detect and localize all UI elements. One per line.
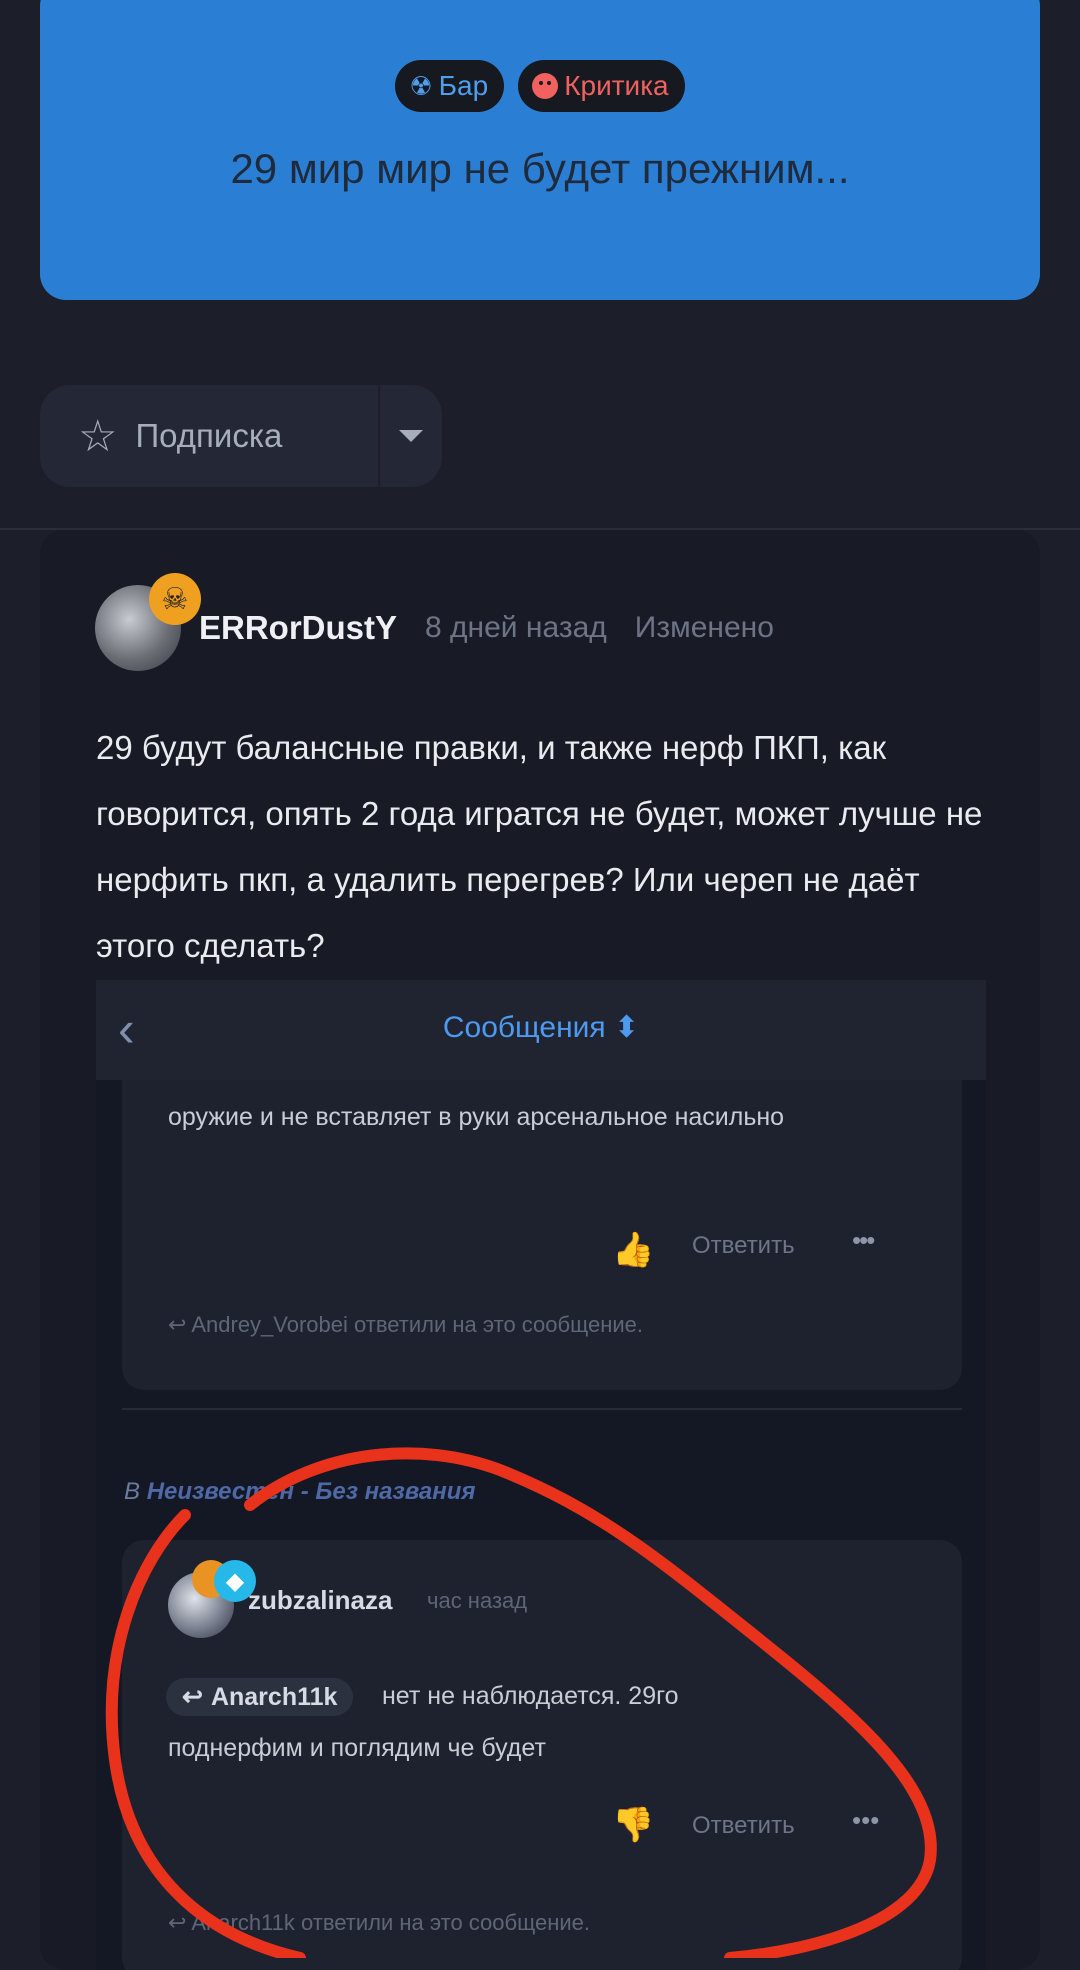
message-time: час назад	[427, 1588, 528, 1613]
message-card: оружие и не вставляет в руки арсенальное…	[122, 1080, 962, 1390]
reply-label: Ответить	[692, 1232, 795, 1259]
skull-icon: ☠	[149, 573, 201, 625]
divider	[122, 1408, 962, 1410]
radiation-icon: ☢	[409, 70, 433, 101]
message-author: zubzalinaza	[248, 1585, 393, 1615]
subscribe-control: ☆ Подписка	[40, 385, 442, 487]
thumbs-down-icon: 👎	[612, 1806, 655, 1844]
sad-face-icon	[532, 73, 559, 99]
caret-down-icon	[399, 430, 423, 442]
edited-label: Изменено	[634, 611, 774, 644]
mention-badge: ↩ Anarch11k	[166, 1678, 354, 1716]
topic-title: 29 мир мир не будет прежним...	[230, 145, 850, 192]
thumbs-up-icon: 👍	[612, 1231, 655, 1269]
replied-note: ↩ Anarch11k ответили на это сообщение.	[168, 1910, 590, 1935]
post-body: 29 будут балансные правки, и также нерф …	[96, 729, 983, 964]
more-icon: •••	[852, 1805, 880, 1835]
message-text: поднерфим и поглядим че будет	[168, 1734, 546, 1762]
tag-critique[interactable]: Критика	[518, 60, 685, 112]
replied-note: ↩ Andrey_Vorobei ответили на это сообщен…	[168, 1312, 643, 1337]
reply-label: Ответить	[692, 1812, 795, 1839]
subscribe-label: Подписка	[135, 417, 283, 454]
post-card: ☠ ERRorDustY 8 дней назад Изменено 29 бу…	[40, 530, 1040, 1970]
message-card: ◆ zubzalinaza час назад ↩ Anarch11k нет …	[122, 1540, 962, 1970]
author-name[interactable]: ERRorDustY	[199, 609, 397, 647]
screenshot-header: ‹ Сообщения ⬍	[96, 980, 986, 1080]
embedded-screenshot: ‹ Сообщения ⬍ оружие и не вставляет в ру…	[96, 980, 986, 1970]
tag-label: Критика	[564, 70, 669, 101]
avatar[interactable]: ☠	[95, 573, 201, 671]
star-icon: ☆	[78, 411, 118, 461]
tag-label: Бар	[438, 70, 489, 101]
subscribe-button[interactable]: ☆ Подписка	[40, 385, 378, 487]
location-label: В Неизвестен - Без названия	[124, 1478, 476, 1505]
tag-bar[interactable]: ☢ Бар	[395, 60, 505, 112]
subscribe-dropdown-button[interactable]	[380, 430, 442, 442]
post-time: 8 дней назад	[425, 611, 607, 644]
message-text: оружие и не вставляет в руки арсенальное…	[168, 1103, 785, 1131]
topic-banner: ☢ Бар Критика 29 мир мир не будет прежни…	[40, 0, 1040, 300]
message-text: нет не наблюдается. 29го	[382, 1682, 679, 1710]
tag-list: ☢ Бар Критика	[40, 60, 1040, 112]
more-icon: •••	[852, 1225, 875, 1255]
post-header: ☠ ERRorDustY 8 дней назад Изменено	[95, 573, 774, 671]
screenshot-title: Сообщения ⬍	[442, 1011, 640, 1044]
